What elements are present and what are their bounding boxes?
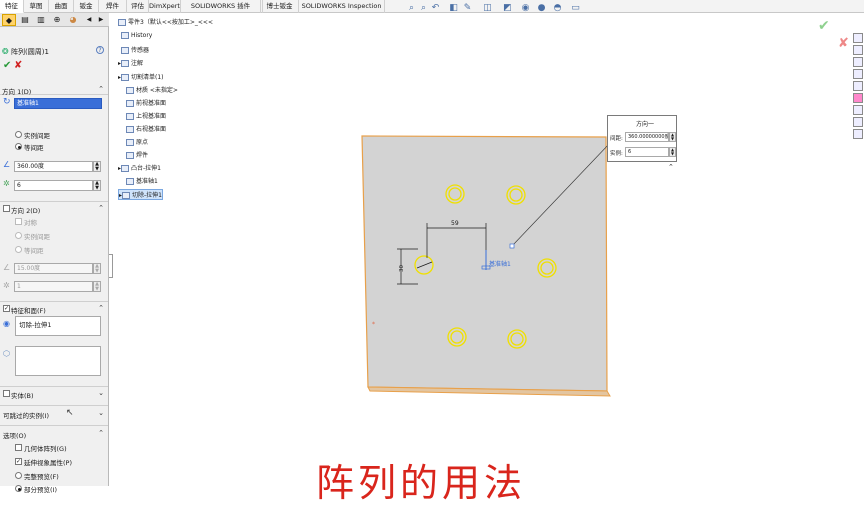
axis-label: 基准轴1 [489, 260, 511, 268]
plate-face[interactable] [361, 135, 608, 392]
video-subtitle: 阵列的用法 [316, 461, 527, 505]
graphics-area[interactable]: 59 30 基准轴1 * [0, 0, 864, 486]
radio-partial-preview[interactable] [15, 485, 22, 492]
callout-collapse-icon[interactable]: ⌃ [668, 163, 674, 171]
callout-header: 方向一 [636, 121, 655, 128]
dimension-30[interactable]: 30 [399, 265, 405, 272]
pattern-callout[interactable]: 方向一 间距: 360.00000000度 ▲ ▼ 实例: 6 ▲ ▼ [607, 115, 677, 162]
origin-marker-icon: * [372, 321, 375, 328]
callout-count-spinner[interactable]: ▲ ▼ [669, 147, 676, 157]
dimension-59[interactable]: 59 [451, 220, 459, 227]
callout-angle-spinner[interactable]: ▲ ▼ [669, 132, 676, 142]
callout-count-label: 实例: [610, 151, 623, 157]
callout-count-field[interactable]: 6 [625, 147, 669, 157]
callout-angle-label: 间距: [610, 136, 623, 142]
callout-handle[interactable] [509, 243, 515, 249]
callout-angle-field[interactable]: 360.00000000度 [625, 132, 669, 142]
